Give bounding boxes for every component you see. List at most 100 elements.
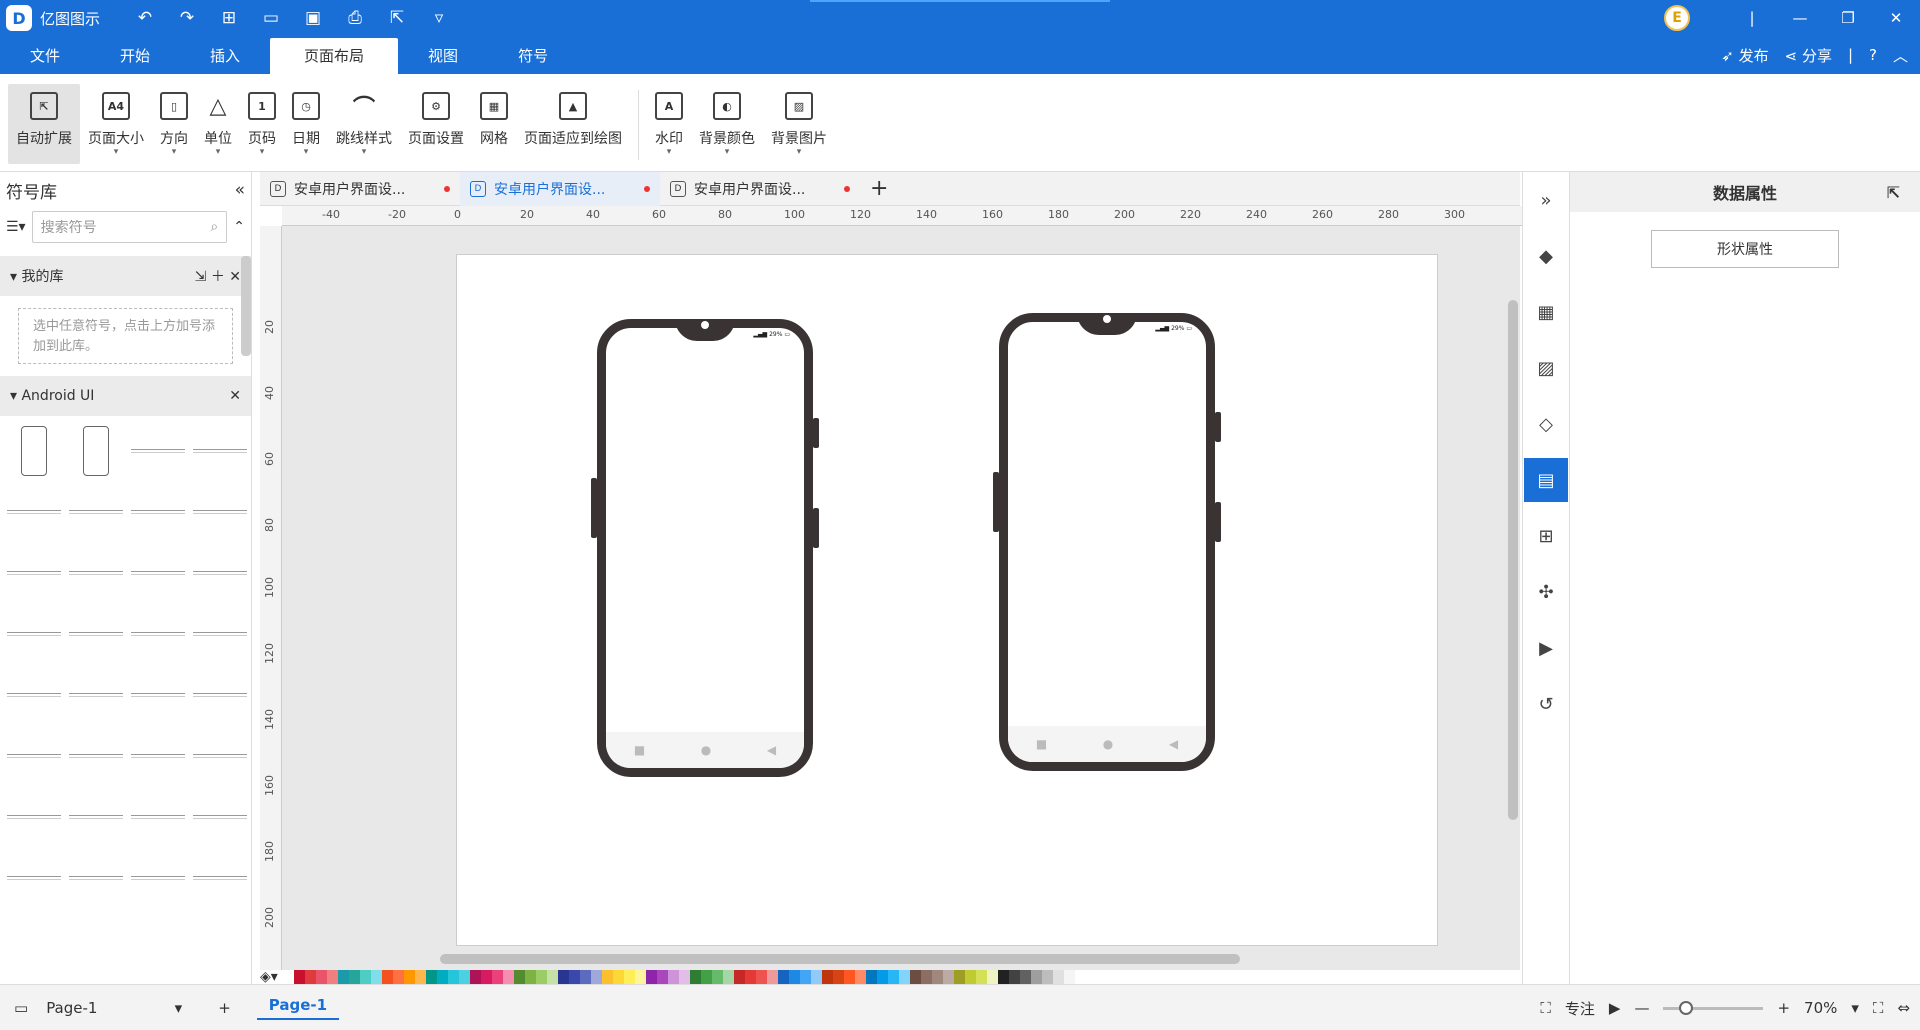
more-icon[interactable]: ▿ [428,8,450,28]
popout-icon[interactable]: ⇱ [1887,183,1900,202]
tab-view[interactable]: 视图 [398,38,488,74]
search-input[interactable]: 搜索符号 ⌕ [31,211,228,243]
symbol-item[interactable] [4,847,64,908]
add-page-icon[interactable]: + [218,999,231,1017]
symbol-item[interactable] [190,786,250,847]
auto-expand-button[interactable]: ⇱ 自动扩展 [8,84,80,164]
color-swatch[interactable] [679,970,690,984]
document-tab[interactable]: D 安卓用户界面设... [660,172,860,206]
symbol-item[interactable] [190,603,250,664]
collapse-ribbon-icon[interactable]: ︿ [1893,45,1908,66]
color-swatch[interactable] [866,970,877,984]
zoom-in-icon[interactable]: + [1777,999,1790,1017]
color-swatch[interactable] [987,970,998,984]
drawing-page[interactable]: ▂▄▆ 29% ▭ ■ ● ◀ ▂▄▆ 29% ▭ ■ ● ◀ [456,254,1438,946]
symbol-item[interactable] [4,725,64,786]
tab-page-layout[interactable]: 页面布局 [270,38,399,74]
connector-icon[interactable]: ✣ [1524,570,1568,614]
symbol-item[interactable] [66,725,126,786]
color-swatch[interactable] [481,970,492,984]
symbol-item[interactable] [190,542,250,603]
scroll-arrows-icon[interactable]: ⌃ [233,219,245,235]
save-icon[interactable]: ▣ [302,8,324,28]
color-swatch[interactable] [690,970,701,984]
search-icon[interactable]: ⌕ [210,219,218,235]
color-swatch[interactable] [547,970,558,984]
page-tab[interactable]: Page-1 [256,996,340,1020]
tab-home[interactable]: 开始 [90,38,180,74]
color-swatch[interactable] [327,970,338,984]
color-swatch[interactable] [844,970,855,984]
color-swatch[interactable] [668,970,679,984]
play-icon[interactable]: ▶ [1609,999,1621,1017]
symbol-item[interactable] [4,542,64,603]
grid-button[interactable]: ▦ 网格 [472,84,516,164]
symbol-item[interactable] [190,725,250,786]
symbol-slider[interactable] [128,420,188,481]
color-swatch[interactable] [965,970,976,984]
color-swatch[interactable] [393,970,404,984]
restore-icon[interactable]: ❐ [1824,9,1872,27]
color-swatch[interactable] [349,970,360,984]
fill-brush-icon[interactable]: ◈▾ [260,969,294,985]
color-swatch[interactable] [723,970,734,984]
share-button[interactable]: ⋖ 分享 [1785,45,1832,66]
color-swatch[interactable] [855,970,866,984]
close-icon[interactable]: ✕ [1872,9,1920,27]
page-selector[interactable]: Page-1 ▾ [46,999,182,1017]
orientation-button[interactable]: ▯ 方向 ▾ [152,84,196,164]
background-color-button[interactable]: ◐ 背景颜色 ▾ [691,84,763,164]
color-swatch[interactable] [569,970,580,984]
symbol-item[interactable] [66,542,126,603]
symbol-item[interactable] [4,664,64,725]
color-swatch[interactable] [580,970,591,984]
color-swatch[interactable] [1042,970,1053,984]
color-swatch[interactable] [976,970,987,984]
color-swatch[interactable] [360,970,371,984]
add-tab-icon[interactable]: + [870,176,888,201]
tab-symbol[interactable]: 符号 [488,38,578,74]
my-library-header[interactable]: ▾ 我的库 ⇲ ＋ ✕ [0,256,251,296]
symbol-phone[interactable] [4,420,64,481]
new-icon[interactable]: ⊞ [218,8,240,28]
vertical-scrollbar[interactable] [1508,300,1518,820]
shapes-icon[interactable]: ⊞ [1524,514,1568,558]
color-swatch[interactable] [1053,970,1064,984]
color-swatch[interactable] [305,970,316,984]
chevron-down-icon[interactable]: ▾ [1851,999,1859,1017]
color-swatch[interactable] [943,970,954,984]
help-icon[interactable]: ? [1869,46,1877,64]
color-swatch[interactable] [712,970,723,984]
presentation-icon[interactable]: ▶ [1524,626,1568,670]
color-swatch[interactable] [789,970,800,984]
publish-button[interactable]: ➶ 发布 [1721,45,1768,66]
color-swatch[interactable] [1020,970,1031,984]
color-swatch[interactable] [877,970,888,984]
color-swatch[interactable] [822,970,833,984]
layers-icon[interactable]: ◇ [1524,402,1568,446]
color-swatch[interactable] [701,970,712,984]
symbol-item[interactable] [66,664,126,725]
color-swatch[interactable] [1031,970,1042,984]
color-swatch[interactable] [910,970,921,984]
color-swatch[interactable] [635,970,646,984]
watermark-button[interactable]: A 水印 ▾ [647,84,691,164]
color-swatch[interactable] [525,970,536,984]
color-swatch[interactable] [646,970,657,984]
color-swatch[interactable] [800,970,811,984]
symbol-item[interactable] [128,847,188,908]
zoom-slider[interactable] [1663,1000,1764,1015]
color-swatch[interactable] [382,970,393,984]
color-swatch[interactable] [833,970,844,984]
symbol-item[interactable] [4,481,64,542]
focus-label[interactable]: 专注 [1565,998,1595,1019]
android-phone-shape[interactable]: ▂▄▆ 29% ▭ ■ ● ◀ [591,319,819,777]
color-swatch[interactable] [756,970,767,984]
color-swatch[interactable] [558,970,569,984]
library-scrollbar[interactable] [241,256,251,356]
symbol-item[interactable] [128,664,188,725]
unit-button[interactable]: △ 单位 ▾ [196,84,240,164]
add-icon[interactable]: ＋ [211,269,225,285]
page-setup-button[interactable]: ⚙ 页面设置 [400,84,472,164]
zoom-out-icon[interactable]: — [1634,999,1649,1017]
